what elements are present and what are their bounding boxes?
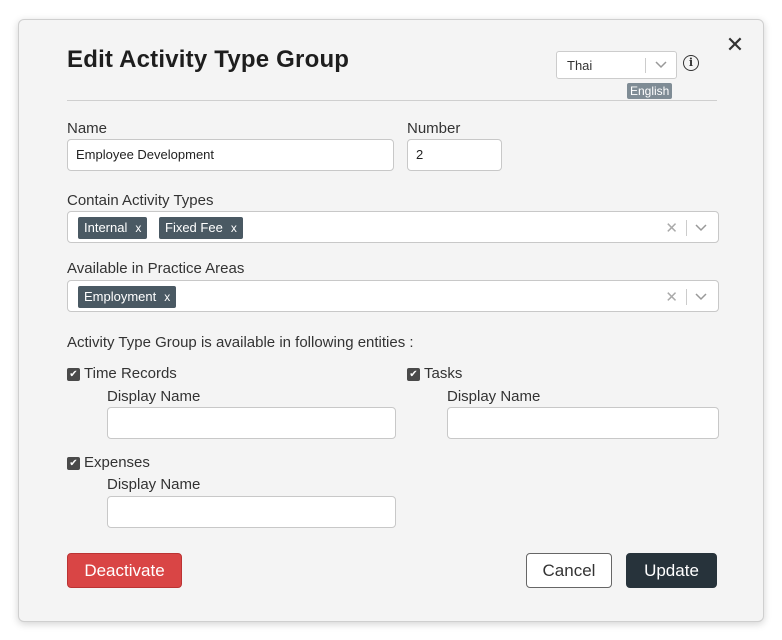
select-separator — [645, 58, 646, 73]
chevron-down-icon — [655, 61, 667, 69]
remove-tag-icon[interactable]: x — [231, 221, 237, 235]
remove-tag-icon[interactable]: x — [164, 290, 170, 304]
edit-activity-type-group-dialog: Edit Activity Type Group ✕ Thai i Englis… — [18, 19, 764, 622]
language-select-value: Thai — [567, 58, 593, 73]
tag-label: Internal — [84, 220, 128, 235]
time-records-display-name-input[interactable] — [107, 407, 396, 439]
practice-areas-multiselect[interactable]: Employment x ✕ — [67, 280, 719, 312]
tag-employment: Employment x — [78, 286, 177, 308]
chevron-down-icon[interactable] — [694, 222, 708, 234]
expenses-display-name-label: Display Name — [107, 476, 201, 493]
expenses-display-name-input[interactable] — [107, 496, 396, 528]
tasks-label: Tasks — [424, 365, 463, 382]
deactivate-button[interactable]: Deactivate — [67, 553, 182, 588]
tag-label: Fixed Fee — [165, 220, 223, 235]
activity-types-label: Contain Activity Types — [67, 192, 214, 209]
close-icon[interactable]: ✕ — [724, 34, 746, 56]
activity-types-multiselect[interactable]: Internal x Fixed Fee x ✕ — [67, 211, 719, 243]
header-divider — [67, 100, 717, 101]
number-input[interactable]: 2 — [407, 139, 502, 171]
language-badge: English — [627, 83, 673, 99]
select-separator — [686, 220, 687, 236]
tag-internal: Internal x — [78, 217, 148, 239]
entities-heading: Activity Type Group is available in foll… — [67, 334, 414, 351]
cancel-button[interactable]: Cancel — [526, 553, 612, 588]
expenses-label: Expenses — [84, 454, 150, 471]
expenses-checkbox[interactable]: ✔ — [67, 457, 80, 470]
language-select[interactable]: Thai — [556, 51, 677, 79]
tasks-display-name-label: Display Name — [447, 388, 541, 405]
number-label: Number — [407, 120, 461, 137]
dialog-title: Edit Activity Type Group — [67, 46, 350, 73]
time-records-display-name-label: Display Name — [107, 388, 201, 405]
tasks-display-name-input[interactable] — [447, 407, 719, 439]
remove-tag-icon[interactable]: x — [135, 221, 141, 235]
tag-label: Employment — [84, 289, 157, 304]
select-separator — [686, 289, 687, 305]
name-label: Name — [67, 120, 108, 137]
update-button[interactable]: Update — [626, 553, 717, 588]
practice-areas-label: Available in Practice Areas — [67, 260, 245, 277]
clear-icon[interactable]: ✕ — [665, 288, 678, 306]
info-icon[interactable]: i — [683, 55, 699, 71]
name-input[interactable]: Employee Development — [67, 139, 394, 171]
tag-fixed-fee: Fixed Fee x — [159, 217, 243, 239]
time-records-label: Time Records — [84, 365, 177, 382]
time-records-checkbox[interactable]: ✔ — [67, 368, 80, 381]
chevron-down-icon[interactable] — [694, 291, 708, 303]
clear-icon[interactable]: ✕ — [665, 219, 678, 237]
tasks-checkbox[interactable]: ✔ — [407, 368, 420, 381]
